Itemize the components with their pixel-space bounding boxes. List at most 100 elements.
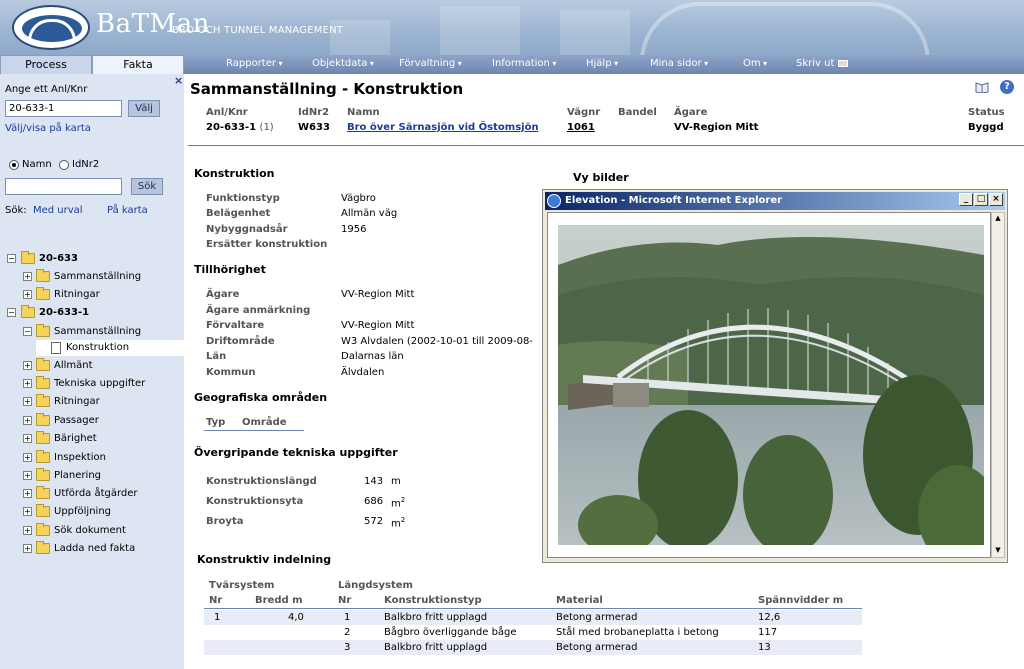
tree-item[interactable]: + Allmänt (0, 358, 184, 374)
nav-skriv-ut[interactable]: Skriv ut (796, 58, 848, 69)
folder-icon (36, 541, 50, 554)
field-value: Älvdalen (341, 367, 385, 378)
sok-med-urval-link[interactable]: Med urval (33, 205, 83, 216)
nav-skriv-ut-label: Skriv ut (796, 58, 835, 69)
popup-scrollbar[interactable]: ▲ ▼ (991, 212, 1005, 558)
tree-label: Bärighet (54, 433, 97, 444)
expand-icon[interactable]: + (23, 272, 32, 281)
search-input[interactable] (5, 178, 122, 195)
field-value: VV-Region Mitt (341, 289, 415, 300)
valj-karta-link[interactable]: Välj/visa på karta (5, 123, 91, 134)
folder-icon (36, 269, 50, 282)
tree-item[interactable]: + Utförda åtgärder (0, 486, 184, 502)
expand-icon[interactable]: + (23, 471, 32, 480)
anl-input[interactable] (5, 100, 122, 117)
cell: 117 (758, 627, 778, 638)
tree-item[interactable]: + Passager (0, 413, 184, 429)
sok-button[interactable]: Sök (131, 178, 163, 195)
tree-item[interactable]: + Uppföljning (0, 504, 184, 520)
nav-information[interactable]: Information (492, 58, 556, 69)
help-icon[interactable]: ? (1000, 80, 1014, 94)
tree-item[interactable]: + Ladda ned fakta (0, 541, 184, 557)
tree-item[interactable]: + Inspektion (0, 450, 184, 466)
vagnr-label: Vägnr (567, 107, 601, 118)
expand-icon[interactable]: + (23, 507, 32, 516)
agare-value: VV-Region Mitt (674, 122, 759, 133)
folder-icon (36, 287, 50, 300)
tree-item[interactable]: + Planering (0, 468, 184, 484)
radio-namn[interactable] (9, 160, 19, 170)
tab-fakta[interactable]: Fakta (92, 55, 184, 74)
field-label: Belägenhet (206, 208, 271, 219)
expand-icon[interactable]: + (23, 489, 32, 498)
folder-icon (36, 468, 50, 481)
nav-objektdata[interactable]: Objektdata (312, 58, 374, 69)
field-label: Konstruktionsyta (206, 496, 304, 507)
tab-process[interactable]: Process (0, 55, 92, 74)
tree-item[interactable]: + Ritningar (0, 394, 184, 410)
radio-namn-label: Namn (22, 159, 52, 170)
banner-bridge-graphic (640, 2, 930, 55)
tree-item[interactable]: − Sammanställning (0, 324, 184, 340)
radio-idnr2[interactable] (59, 160, 69, 170)
expand-icon[interactable]: + (23, 526, 32, 535)
folder-open-icon (21, 305, 35, 318)
scroll-down-icon[interactable]: ▼ (993, 546, 1003, 556)
expand-icon[interactable]: + (23, 379, 32, 388)
header-divider (188, 145, 1024, 146)
tree-item[interactable]: + Bärighet (0, 431, 184, 447)
expand-icon[interactable]: + (23, 397, 32, 406)
tree-label: Sök dokument (54, 525, 126, 536)
tree-item[interactable]: + Tekniska uppgifter (0, 376, 184, 392)
field-label: Förvaltare (206, 320, 265, 331)
book-icon[interactable] (975, 81, 989, 94)
folder-icon (36, 523, 50, 536)
section-indelning: Konstruktiv indelning (197, 553, 332, 566)
popup-titlebar[interactable]: Elevation - Microsoft Internet Explorer (545, 192, 1005, 210)
tree-item-selected[interactable]: Konstruktion (36, 340, 184, 356)
field-value: 143 (364, 476, 384, 487)
ie-icon (547, 194, 561, 208)
tree-item[interactable]: + Sök dokument (0, 523, 184, 539)
cell: Stål med brobaneplatta i betong (556, 627, 719, 638)
nav-om[interactable]: Om (743, 58, 767, 69)
elevation-popup-window: Elevation - Microsoft Internet Explorer … (542, 189, 1008, 563)
col-header: Konstruktionstyp (384, 595, 482, 606)
collapse-icon[interactable]: − (7, 254, 16, 263)
nav-mina-sidor[interactable]: Mina sidor (650, 58, 708, 69)
vagnr-link[interactable]: 1061 (567, 122, 595, 133)
section-konstruktion: Konstruktion (194, 167, 275, 180)
folder-open-icon (21, 251, 35, 264)
maximize-button[interactable]: □ (974, 193, 988, 206)
scroll-up-icon[interactable]: ▲ (993, 214, 1003, 224)
namn-link[interactable]: Bro över Särnasjön vid Östomsjön (347, 122, 539, 133)
tree-label: Tekniska uppgifter (54, 378, 146, 389)
field-unit: m2 (391, 516, 405, 529)
cell: 1 (344, 612, 351, 623)
tree-item[interactable]: + Ritningar (0, 287, 184, 303)
close-button[interactable]: × (989, 193, 1003, 206)
nav-rapporter[interactable]: Rapporter (226, 58, 283, 69)
field-value: 1956 (341, 224, 367, 235)
popup-title-text: Elevation - Microsoft Internet Explorer (565, 195, 783, 206)
nav-hjalp[interactable]: Hjälp (586, 58, 618, 69)
tree-item[interactable]: − 20-633 (0, 251, 184, 267)
nav-forvaltning[interactable]: Förvaltning (399, 58, 462, 69)
expand-icon[interactable]: + (23, 290, 32, 299)
collapse-icon[interactable]: − (23, 327, 32, 336)
expand-icon[interactable]: + (23, 544, 32, 553)
valj-button[interactable]: Välj (128, 100, 160, 117)
cell: 13 (758, 642, 771, 653)
tree-item[interactable]: − 20-633-1 (0, 305, 184, 321)
collapse-icon[interactable]: − (7, 308, 16, 317)
expand-icon[interactable]: + (23, 453, 32, 462)
expand-icon[interactable]: + (23, 416, 32, 425)
sok-pa-karta-link[interactable]: På karta (107, 205, 148, 216)
tree-item[interactable]: + Sammanställning (0, 269, 184, 285)
minimize-button[interactable]: _ (959, 193, 973, 206)
col-header: Bredd m (255, 595, 303, 606)
field-label: Driftområde (206, 336, 275, 347)
close-sidebar-icon[interactable]: × (174, 74, 183, 87)
expand-icon[interactable]: + (23, 434, 32, 443)
expand-icon[interactable]: + (23, 361, 32, 370)
